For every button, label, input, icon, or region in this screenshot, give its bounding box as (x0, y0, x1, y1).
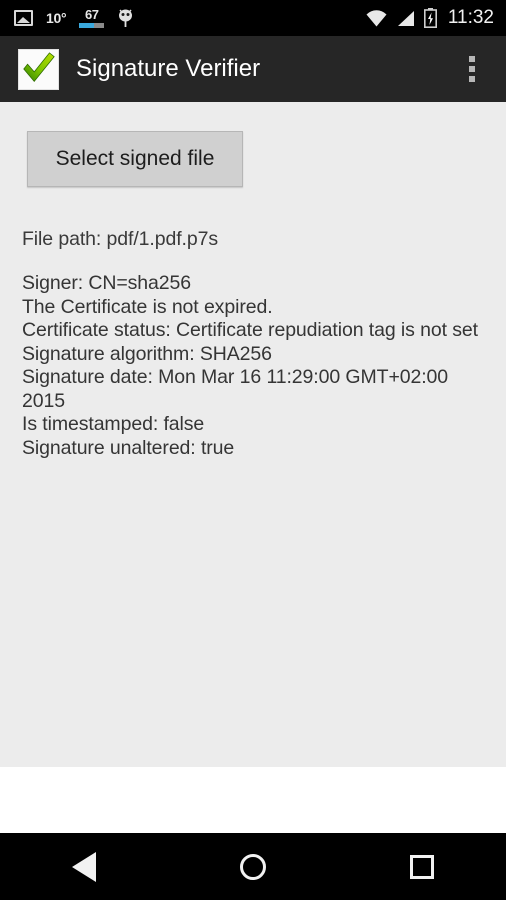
navigation-bar (0, 833, 506, 900)
action-bar: Signature Verifier (0, 36, 506, 102)
info-line: Certificate status: Certificate repudiat… (22, 319, 478, 341)
back-button[interactable] (29, 833, 139, 900)
status-bar-clock: 11:32 (447, 7, 494, 28)
page-title: Signature Verifier (76, 55, 261, 82)
status-bar: 10° 67 11:32 (0, 0, 506, 36)
overflow-menu-icon[interactable] (454, 41, 490, 97)
battery-charging-icon (423, 8, 437, 28)
main-content: Select signed file File path: pdf/1.pdf.… (0, 102, 506, 800)
info-line: Signer: CN=sha256 (22, 272, 192, 294)
temperature-indicator: 10° (46, 10, 67, 26)
content-bottom-strip (0, 767, 506, 800)
photo-icon (14, 10, 33, 26)
phone-screen: 10° 67 11:32 Signature Verifier Select s… (0, 0, 506, 900)
home-button[interactable] (198, 833, 308, 900)
select-signed-file-button[interactable]: Select signed file (27, 131, 243, 187)
info-line: Signature date: Mon Mar 16 11:29:00 GMT+… (22, 366, 449, 412)
bug-icon (117, 8, 134, 28)
battery-percent-indicator: 67 (79, 6, 105, 28)
status-bar-right-icons: 11:32 (366, 7, 494, 29)
info-line: Signature algorithm: SHA256 (22, 342, 272, 365)
info-line: The Certificate is not expired. (22, 295, 273, 318)
recents-button[interactable] (367, 833, 477, 900)
signature-info-block: Signer: CN=sha256 The Certificate is not… (22, 272, 484, 460)
status-bar-left-icons: 10° 67 (14, 8, 366, 28)
home-circle-icon (239, 853, 266, 880)
wifi-icon (366, 9, 387, 27)
info-line: Is timestamped: false (22, 413, 205, 435)
back-triangle-icon (72, 851, 97, 882)
green-checkmark-icon (18, 48, 59, 90)
signal-icon (396, 10, 415, 27)
battery-percent-value: 67 (85, 6, 99, 22)
file-path-label: File path: pdf/1.pdf.p7s (22, 228, 218, 250)
recents-square-icon (409, 854, 434, 879)
info-line: Signature unaltered: true (22, 436, 235, 459)
battery-percent-bar (79, 22, 105, 28)
